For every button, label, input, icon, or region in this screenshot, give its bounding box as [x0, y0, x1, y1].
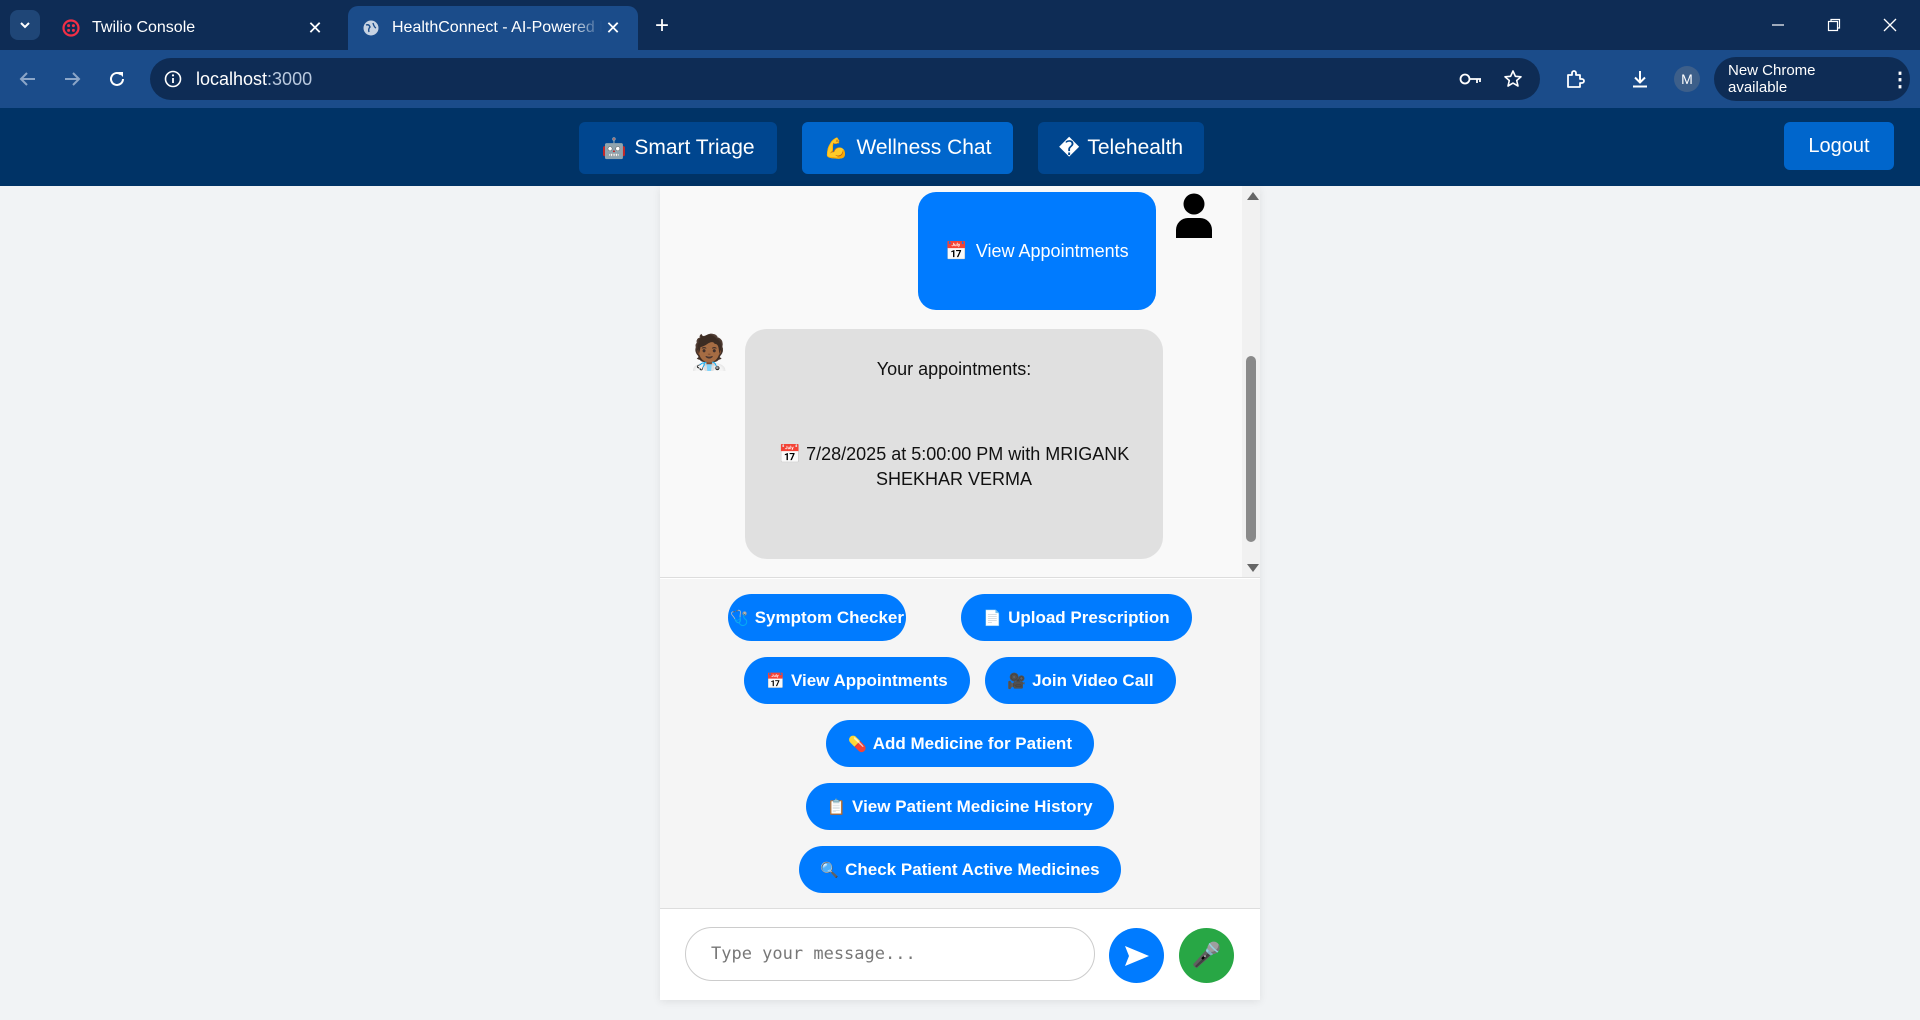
close-icon [1883, 18, 1897, 32]
send-button[interactable] [1109, 928, 1164, 983]
symptom-checker-button[interactable]: 🩺 Symptom Checker [728, 594, 906, 641]
user-avatar-icon [1173, 192, 1215, 240]
stethoscope-icon: 🩺 [730, 609, 749, 627]
nav-smart-triage[interactable]: 🤖 Smart Triage [579, 122, 777, 174]
quick-actions: 🩺 Symptom Checker 📄 Upload Prescription … [660, 579, 1260, 909]
minimize-button[interactable] [1750, 0, 1806, 50]
logout-button[interactable]: Logout [1784, 122, 1894, 170]
unknown-glyph-icon: � [1058, 137, 1080, 160]
browser-tabstrip: Twilio Console ✕ HealthConnect - AI-Powe… [0, 0, 1920, 50]
flexed-biceps-icon: 💪 [823, 137, 849, 160]
nav-label: Wellness Chat [856, 136, 992, 159]
doctor-avatar-icon: 🧑🏾‍⚕️ [688, 334, 731, 372]
message-input[interactable] [685, 927, 1095, 981]
chat-panel: 📅 View Appointments 🧑🏾‍⚕️ Your appointme… [660, 186, 1260, 1000]
downloads-button[interactable] [1624, 63, 1656, 95]
bot-message-bubble: Your appointments: 📅 7/28/2025 at 5:00:0… [745, 329, 1163, 559]
pill-icon: 💊 [848, 735, 867, 753]
tab-twilio-console[interactable]: Twilio Console ✕ [48, 6, 340, 50]
calendar-icon: 📅 [778, 444, 802, 464]
window-close-button[interactable] [1862, 0, 1918, 50]
app-header: 🤖 Smart Triage 💪 Wellness Chat � Telehea… [0, 108, 1920, 186]
document-icon: 📄 [983, 609, 1003, 627]
message-composer: 🎤 [660, 910, 1260, 1000]
nav-label: Smart Triage [634, 136, 755, 159]
tab-healthconnect[interactable]: HealthConnect - AI-Powered Medical Assis… [348, 6, 638, 50]
close-icon[interactable]: ✕ [602, 17, 624, 39]
robot-icon: 🤖 [601, 137, 627, 160]
update-label: New Chrome available [1728, 62, 1816, 96]
close-icon[interactable]: ✕ [304, 17, 326, 39]
extensions-button[interactable] [1559, 63, 1591, 95]
join-video-call-button[interactable]: 🎥 Join Video Call [985, 657, 1176, 704]
tab-title: Twilio Console [92, 19, 196, 36]
twilio-icon [62, 19, 80, 37]
video-camera-icon: 🎥 [1007, 672, 1027, 690]
button-label: Upload Prescription [1008, 607, 1170, 627]
calendar-icon: 📅 [766, 672, 785, 690]
nav-label: Telehealth [1087, 136, 1184, 159]
restore-icon [1827, 18, 1841, 32]
restore-button[interactable] [1806, 0, 1862, 50]
arrow-left-icon [19, 72, 35, 86]
microphone-button[interactable]: 🎤 [1179, 928, 1234, 983]
message-list[interactable]: 📅 View Appointments 🧑🏾‍⚕️ Your appointme… [660, 186, 1260, 578]
reload-button[interactable] [101, 63, 133, 95]
button-label: Join Video Call [1032, 670, 1154, 690]
forward-button[interactable] [56, 63, 88, 95]
new-chrome-available-button[interactable]: New Chrome available ⋮ [1714, 57, 1910, 101]
bot-message-heading: Your appointments: [876, 359, 1032, 379]
address-bar[interactable]: localhost:3000 [150, 58, 1540, 100]
tab-title: HealthConnect - AI-Powered Medical Assis… [392, 19, 602, 36]
url-host: localhost [196, 68, 268, 89]
arrow-right-icon [65, 72, 81, 86]
button-label: Check Patient Active Medicines [845, 859, 1100, 879]
globe-icon [362, 19, 380, 37]
add-medicine-button[interactable]: 💊 Add Medicine for Patient [826, 720, 1094, 767]
minimize-icon [1772, 24, 1784, 26]
appointment-text: 7/28/2025 at 5:00:00 PM with MRIGANK SHE… [806, 444, 1130, 489]
password-key-icon[interactable] [1458, 66, 1484, 92]
puzzle-icon [1567, 70, 1585, 88]
bookmark-star-icon[interactable] [1500, 66, 1526, 92]
browser-toolbar: localhost:3000 M New Chrome available ⋮ [0, 50, 1920, 108]
profile-avatar[interactable]: M [1674, 66, 1700, 92]
url-text: localhost:3000 [196, 69, 312, 90]
appointment-entry: 📅 7/28/2025 at 5:00:00 PM with MRIGANK S… [765, 442, 1143, 492]
chevron-down-icon [20, 22, 30, 29]
check-active-medicines-button[interactable]: 🔍 Check Patient Active Medicines [799, 846, 1121, 893]
button-label: Add Medicine for Patient [872, 733, 1072, 753]
new-tab-button[interactable]: + [648, 12, 676, 40]
url-port: :3000 [267, 68, 313, 89]
site-info-icon[interactable] [160, 66, 186, 92]
message-scrollbar[interactable] [1242, 186, 1260, 577]
upload-prescription-button[interactable]: 📄 Upload Prescription [961, 594, 1192, 641]
calendar-icon: 📅 [945, 240, 968, 261]
button-label: Symptom Checker [754, 607, 904, 627]
view-appointments-button[interactable]: 📅 View Appointments [744, 657, 970, 704]
user-message-bubble: 📅 View Appointments [918, 192, 1156, 310]
magnifier-icon: 🔍 [820, 861, 840, 879]
back-button[interactable] [12, 63, 44, 95]
microphone-icon: 🎤 [1191, 942, 1222, 969]
user-message-text: View Appointments [975, 240, 1129, 261]
button-label: View Patient Medicine History [852, 796, 1093, 816]
send-arrow-icon [1124, 945, 1149, 966]
clipboard-icon: 📋 [827, 798, 847, 816]
nav-wellness-chat[interactable]: 💪 Wellness Chat [802, 122, 1013, 174]
view-medicine-history-button[interactable]: 📋 View Patient Medicine History [806, 783, 1114, 830]
reload-icon [110, 71, 124, 86]
more-vertical-icon: ⋮ [1890, 68, 1910, 91]
download-icon [1633, 71, 1647, 88]
nav-telehealth[interactable]: � Telehealth [1038, 122, 1204, 174]
scroll-thumb[interactable] [1246, 356, 1256, 542]
button-label: View Appointments [790, 670, 948, 690]
tab-search-button[interactable] [10, 10, 40, 40]
scroll-down-arrow-icon[interactable] [1247, 564, 1259, 572]
scroll-up-arrow-icon[interactable] [1247, 192, 1259, 200]
